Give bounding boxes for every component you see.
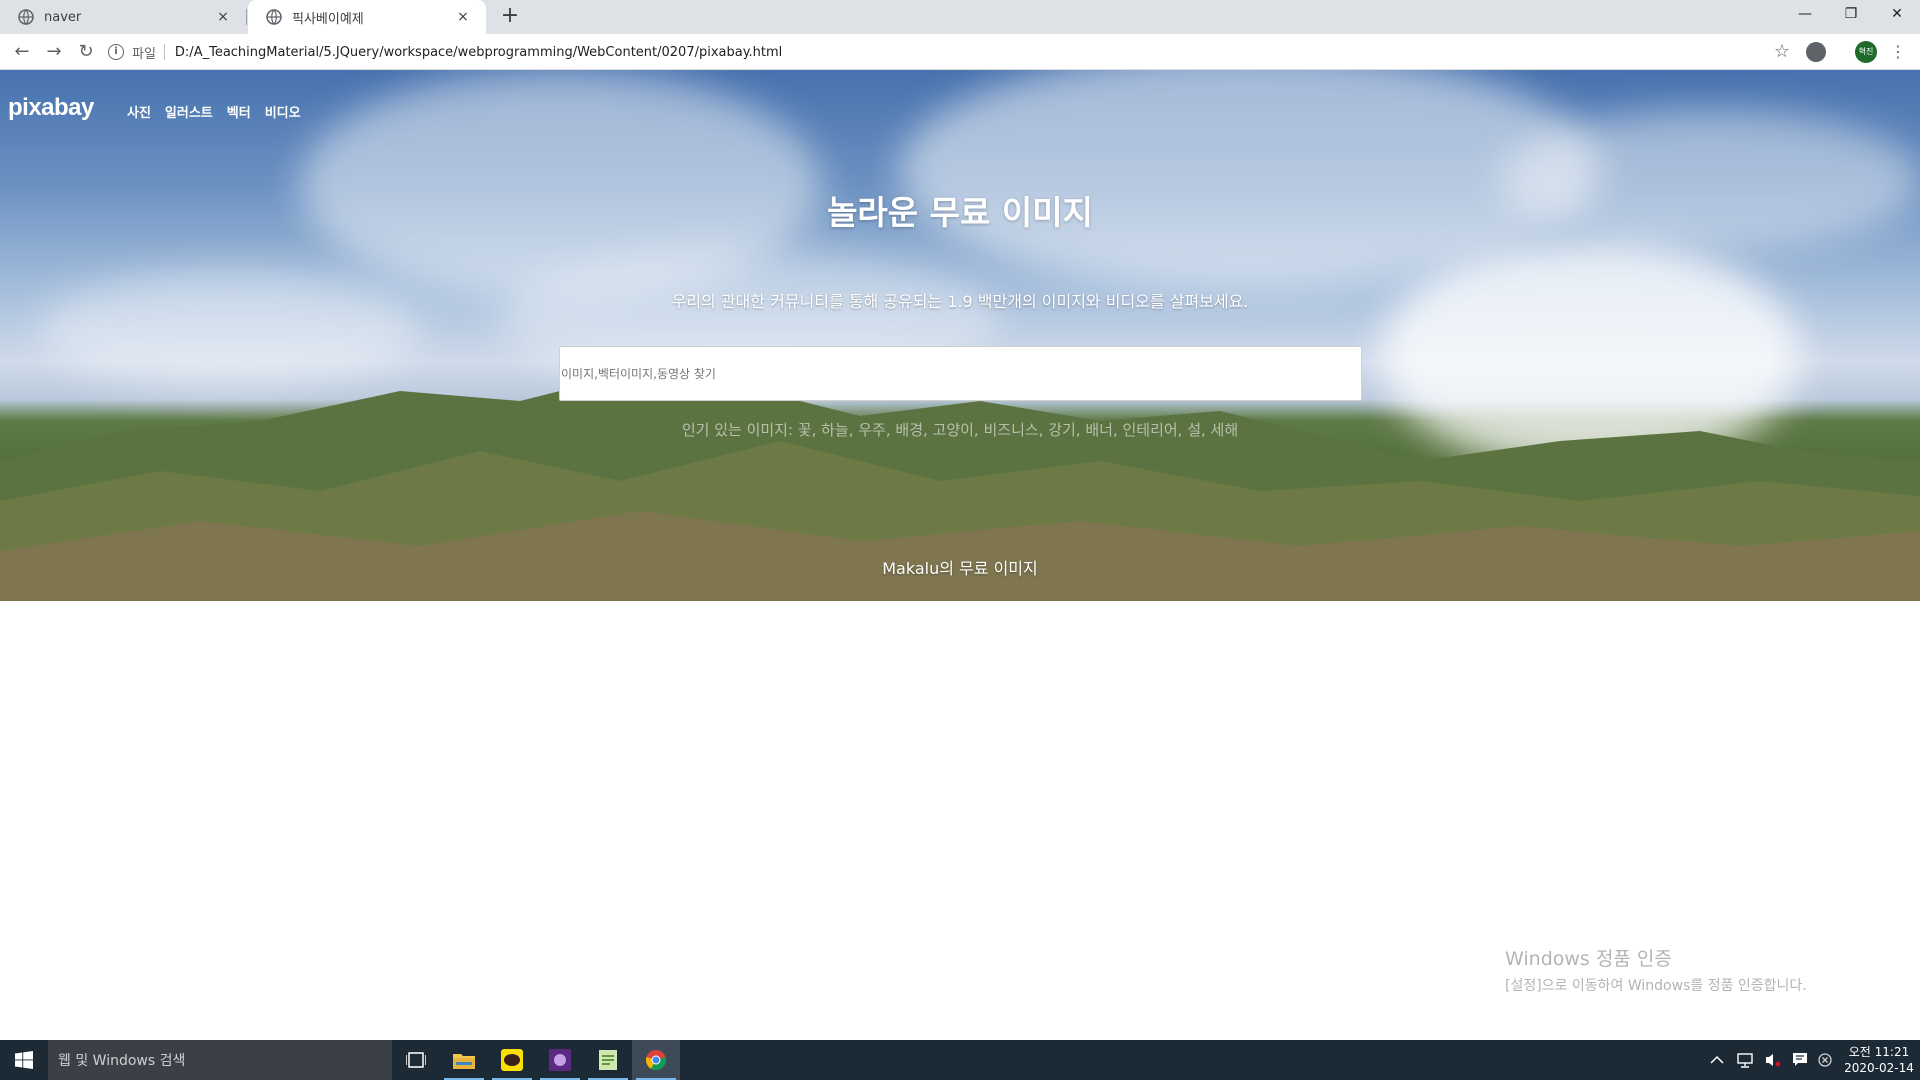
action-center-icon[interactable] [1792,1052,1808,1068]
minimize-button[interactable]: — [1782,0,1828,30]
back-button[interactable]: ← [8,38,36,66]
main-nav: 사진 일러스트 벡터 비디오 [127,102,301,121]
chrome-button[interactable] [632,1040,680,1080]
tab-separator [246,9,247,25]
watermark-title: Windows 정품 인증 [1505,948,1672,970]
chrome-icon [646,1050,666,1071]
search-input[interactable] [559,346,1362,401]
kakaotalk-button[interactable] [488,1040,536,1080]
image-credit[interactable]: Makalu의 무료 이미지 [0,555,1920,579]
hero-banner: pixabay 사진 일러스트 벡터 비디오 놀라운 무료 이미지 우리의 관대… [0,70,1920,601]
windows-logo-icon [15,1051,33,1069]
notepad-icon [599,1050,617,1070]
nav-item-vectors[interactable]: 벡터 [227,102,251,121]
globe-icon [18,9,34,25]
clock-date: 2020-02-14 [1844,1061,1914,1075]
nav-item-illustrations[interactable]: 일러스트 [165,102,213,121]
address-divider [163,44,165,60]
tab-close-icon[interactable]: × [454,9,472,25]
file-explorer-button[interactable] [440,1040,488,1080]
tab-close-icon[interactable]: × [214,9,232,25]
nav-item-photos[interactable]: 사진 [127,102,151,121]
hero-subtitle: 우리의 관대한 커뮤니티를 통해 공유되는 1.9 백만개의 이미지와 비디오를… [671,292,1249,311]
chevron-up-icon[interactable] [1710,1055,1724,1065]
reload-button[interactable]: ↻ [72,38,100,66]
tab-pixabay[interactable]: 픽사베이예제 × [248,0,486,34]
start-button[interactable] [0,1040,48,1080]
close-circle-icon[interactable] [1818,1053,1832,1067]
app-icon [549,1049,571,1071]
profile-avatar[interactable]: 혁진 [1855,41,1877,63]
address-scheme: 파일 [132,46,156,62]
extension-icon[interactable] [1806,42,1826,62]
hero-title: 놀라운 무료 이미지 [827,193,1093,232]
info-icon[interactable]: i [108,44,124,60]
system-tray: 오전 11:21 2020-02-14 [1710,1040,1920,1080]
task-view-icon [406,1052,426,1068]
taskbar-search[interactable]: 웹 및 Windows 검색 [48,1040,392,1080]
network-icon[interactable] [1736,1052,1754,1068]
tab-title: naver [44,9,82,25]
taskbar: 웹 및 Windows 검색 오전 11:21 2020-02-14 [0,1040,1920,1080]
volume-muted-icon[interactable] [1764,1052,1782,1068]
app-button[interactable] [536,1040,584,1080]
forward-button[interactable]: → [40,38,68,66]
tab-title: 픽사베이예제 [292,11,364,27]
popular-images: 인기 있는 이미지: 꽃, 하늘, 우주, 배경, 고양이, 비즈니스, 강기,… [681,421,1239,439]
watermark-message: [설정]으로 이동하여 Windows를 정품 인증합니다. [1505,978,1807,994]
taskbar-search-text: 웹 및 Windows 검색 [58,1053,186,1069]
tab-naver[interactable]: naver × [0,0,246,34]
pixabay-logo[interactable]: pixabay [8,94,94,122]
tab-strip: naver × 픽사베이예제 × + — ❐ ✕ [0,0,1920,34]
bookmark-star-icon[interactable]: ☆ [1768,38,1796,66]
globe-icon [266,9,282,25]
new-tab-button[interactable]: + [496,3,524,31]
clock-time: 오전 11:21 [1848,1045,1910,1059]
windows-activation-watermark: Windows 정품 인증 [설정]으로 이동하여 Windows를 정품 인증… [1505,944,1807,995]
address-bar[interactable]: i 파일 D:/A_TeachingMaterial/5.JQuery/work… [108,38,1788,66]
browser-menu-icon[interactable]: ⋮ [1888,38,1908,66]
task-view-button[interactable] [392,1040,440,1080]
close-window-button[interactable]: ✕ [1874,0,1920,30]
notepad-button[interactable] [584,1040,632,1080]
taskbar-clock[interactable]: 오전 11:21 2020-02-14 [1838,1044,1920,1076]
kakaotalk-icon [501,1049,523,1071]
restore-button[interactable]: ❐ [1828,0,1874,30]
browser-toolbar: ← → ↻ i 파일 D:/A_TeachingMaterial/5.JQuer… [0,34,1920,70]
folder-icon [453,1054,475,1069]
address-url[interactable]: D:/A_TeachingMaterial/5.JQuery/workspace… [175,45,782,60]
nav-item-videos[interactable]: 비디오 [265,102,301,121]
